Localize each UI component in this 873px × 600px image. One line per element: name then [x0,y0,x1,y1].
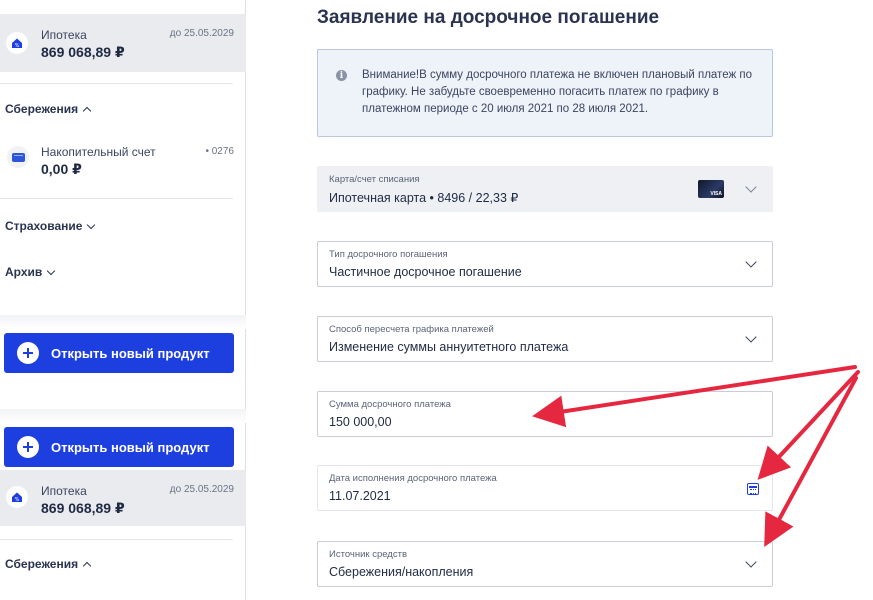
savings-account-item[interactable]: Накопительный счет 0,00 ₽ • 0276 [0,135,246,185]
chevron-down-icon [47,266,56,275]
divider [0,315,246,329]
svg-text:%: % [15,497,20,503]
calendar-icon[interactable] [747,483,759,495]
funds-source-select[interactable]: Источник средств Сбережения/накопления [317,541,773,587]
section-label: Сбережения [5,102,79,116]
mortgage-icon: % [6,486,28,508]
repayment-type-select[interactable]: Тип досрочного погашения Частичное досро… [317,241,773,287]
field-value[interactable]: 11.07.2021 [329,489,391,503]
chevron-down-icon[interactable] [745,556,757,568]
account-name: Накопительный счет [41,145,156,159]
field-label: Тип досрочного погашения [329,249,448,260]
annotation-arrow [757,370,860,480]
divider [0,83,233,84]
field-label: Источник средств [329,549,407,560]
account-name: Ипотека [41,28,87,42]
field-value[interactable]: 150 000,00 [329,415,392,429]
notice-text: Внимание!В сумму досрочного платежа не в… [362,69,752,115]
field-label: Способ пересчета графика платежей [329,324,494,335]
annotation-arrow [764,376,858,548]
mortgage-account-item[interactable]: % Ипотека 869 068,89 ₽ до 25.05.2029 [0,470,246,526]
info-icon: i [336,70,347,81]
svg-text:%: % [15,43,20,49]
account-due-date: до 25.05.2029 [169,484,234,495]
field-label: Дата исполнения досрочного платежа [329,473,497,484]
prepayment-amount-input[interactable]: Сумма досрочного платежа 150 000,00 [317,391,773,437]
field-value: Частичное досрочное погашение [329,265,522,279]
debit-card-select[interactable]: Карта/счет списания Ипотечная карта • 84… [317,166,773,212]
sidebar: % Ипотека 869 068,89 ₽ до 25.05.2029 Сбе… [0,0,246,600]
section-savings-toggle[interactable]: Сбережения [5,557,92,571]
button-label: Открыть новый продукт [51,345,210,361]
field-label: Карта/счет списания [329,174,420,185]
section-label: Архив [5,265,43,279]
chevron-down-icon [87,220,96,229]
open-new-product-button[interactable]: Открыть новый продукт [4,333,234,373]
divider [0,539,233,540]
account-amount: 869 068,89 ₽ [41,500,125,516]
page-title: Заявление на досрочное погашение [317,7,660,28]
mortgage-icon: % [6,32,28,54]
account-amount: 0,00 ₽ [41,161,82,177]
chevron-up-icon [82,561,92,570]
chevron-down-icon[interactable] [745,331,757,343]
visa-card-icon: VISA [698,180,724,198]
payment-date-input[interactable]: Дата исполнения досрочного платежа 11.07… [317,465,773,511]
field-value: Изменение суммы аннуитетного платежа [329,340,569,354]
open-new-product-button[interactable]: Открыть новый продукт [4,427,234,467]
field-value: Ипотечная карта • 8496 / 22,33 ₽ [329,191,519,205]
account-number: • 0276 [205,146,234,157]
section-savings-toggle[interactable]: Сбережения [5,102,92,116]
section-archive-toggle[interactable]: Архив [5,265,56,279]
field-value: Сбережения/накопления [329,565,474,579]
account-amount: 869 068,89 ₽ [41,44,125,60]
field-label: Сумма досрочного платежа [329,399,451,410]
section-label: Сбережения [5,557,79,571]
account-name: Ипотека [41,484,87,498]
account-due-date: до 25.05.2029 [169,28,234,39]
plus-icon [17,342,39,364]
button-label: Открыть новый продукт [51,439,210,455]
divider [0,198,233,199]
chevron-down-icon[interactable] [745,181,757,193]
chevron-down-icon[interactable] [745,256,757,268]
divider [0,409,246,423]
warning-notice: i Внимание!В сумму досрочного платежа не… [317,49,773,137]
plus-icon [17,436,39,458]
mortgage-account-item[interactable]: % Ипотека 869 068,89 ₽ до 25.05.2029 [0,14,246,72]
section-insurance-toggle[interactable]: Страхование [5,219,96,233]
section-label: Страхование [5,219,83,233]
card-icon [7,146,29,168]
chevron-up-icon [82,106,92,115]
schedule-recalc-method-select[interactable]: Способ пересчета графика платежей Измене… [317,316,773,362]
